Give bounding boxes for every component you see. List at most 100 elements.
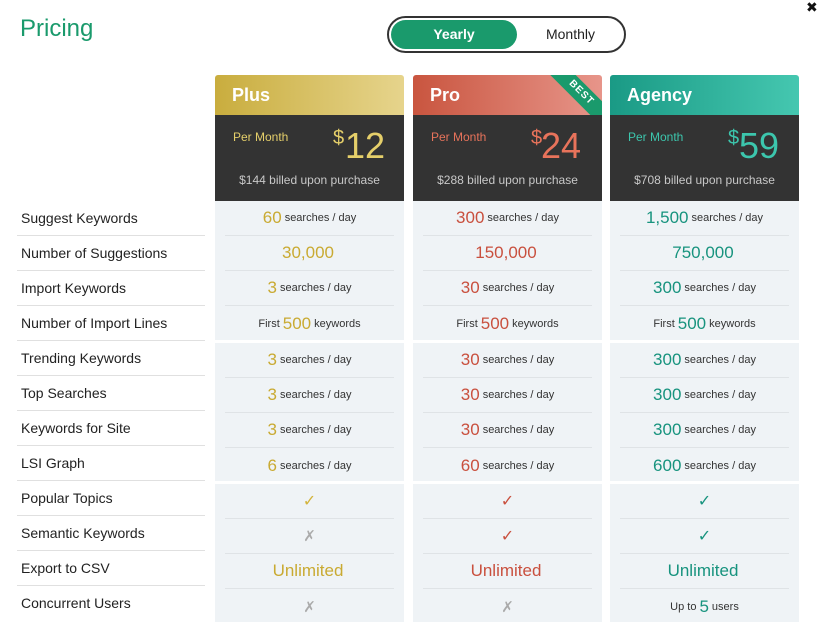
best-badge: BEST (544, 75, 602, 115)
value: 3 (267, 350, 277, 369)
feature-label: Popular Topics (17, 481, 205, 516)
feature-group: ✓ ✗ Unlimited ✗ (215, 484, 404, 622)
value: Unlimited (272, 561, 344, 580)
cell-keywords-for-site: 3 searches / day (225, 413, 394, 448)
price-box: Per Month $ 24 $288 billed upon purchase (413, 115, 602, 201)
value: 300 (653, 420, 682, 439)
value: 5 (699, 596, 709, 616)
cell-keywords-for-site: 30 searches / day (423, 413, 592, 448)
cell-lsi-graph: 60 searches / day (423, 448, 592, 483)
feature-label: Export to CSV (17, 551, 205, 586)
feature-group: 60 searches / day 30,000 3 searches / day … (215, 201, 404, 340)
feature-label: Number of Import Lines (17, 306, 205, 341)
value: 60 (262, 208, 282, 227)
check-icon: ✓ (302, 493, 317, 510)
feature-group: 1,500 searches / day 750,000 300 searches … (610, 201, 799, 340)
cell-concurrent-users: Up to 5 users (620, 589, 789, 622)
unit: searches / day (684, 424, 756, 436)
price-amount: 24 (541, 125, 582, 166)
cell-trending-keywords: 30 searches / day (423, 343, 592, 378)
per-month-label: Per Month (628, 130, 684, 144)
unit: searches / day (482, 459, 555, 472)
cell-top-searches: 30 searches / day (423, 378, 592, 413)
cell-popular-topics: ✓ (225, 484, 394, 519)
cell-semantic-keywords: ✓ (423, 519, 592, 554)
cell-number-of-suggestions: 30,000 (225, 236, 394, 271)
cell-top-searches: 300 searches / day (620, 378, 789, 413)
plan-header: Pro BEST (413, 75, 602, 115)
billing-toggle[interactable]: Yearly Monthly (387, 16, 626, 53)
unit: searches / day (482, 389, 555, 401)
value: 500 (480, 313, 510, 333)
price-box: Per Month $ 12 $144 billed upon purchase (215, 115, 404, 201)
cell-import-lines: First 500 keywords (225, 306, 394, 341)
unit: searches / day (279, 424, 352, 436)
plan-header: Agency (610, 75, 799, 115)
check-icon: ✓ (697, 493, 712, 510)
value: Unlimited (470, 561, 542, 580)
feature-group: 300 searches / day 150,000 30 searches / d… (413, 201, 602, 340)
plan-column-pro: Pro BEST Per Month $ 24 $288 billed upon… (413, 75, 602, 622)
cell-semantic-keywords: ✓ (620, 519, 789, 554)
cell-suggest-keywords: 60 searches / day (225, 201, 394, 236)
value: 300 (653, 385, 682, 404)
value: 3 (267, 420, 277, 439)
cell-import-keywords: 3 searches / day (225, 271, 394, 306)
check-icon: ✓ (500, 493, 515, 510)
cell-export-csv: Unlimited (620, 554, 789, 589)
monthly-option[interactable]: Monthly (517, 20, 624, 49)
first-label: First (456, 317, 478, 330)
currency-symbol: $ (333, 127, 345, 149)
cell-keywords-for-site: 300 searches / day (620, 413, 789, 448)
unit: searches / day (684, 354, 756, 366)
first-label: First (258, 317, 280, 330)
value: 3 (267, 278, 277, 297)
value: 600 (653, 455, 682, 475)
keywords-label: keywords (709, 317, 756, 330)
feature-group: 3 searches / day 3 searches / day 3 searche… (215, 343, 404, 481)
page-title: Pricing (20, 15, 94, 42)
yearly-option[interactable]: Yearly (391, 20, 517, 49)
feature-group: 300 searches / day 300 searches / day 300 s… (610, 343, 799, 481)
up-to-label: Up to (670, 600, 697, 613)
feature-label: Semantic Keywords (17, 516, 205, 551)
value: 3 (267, 385, 277, 404)
unit: searches / day (279, 354, 352, 366)
feature-label: Import Keywords (17, 271, 205, 306)
unit: searches / day (279, 282, 352, 294)
value: 60 (460, 455, 480, 475)
cell-import-keywords: 300 searches / day (620, 271, 789, 306)
close-icon[interactable]: ✖ (806, 0, 818, 14)
feature-label: Suggest Keywords (17, 201, 205, 236)
per-month-label: Per Month (233, 130, 289, 144)
keywords-label: keywords (314, 317, 361, 330)
cell-number-of-suggestions: 750,000 (620, 236, 789, 271)
cell-import-lines: First 500 keywords (620, 306, 789, 341)
unit: searches / day (684, 459, 756, 472)
cross-icon: ✗ (501, 598, 514, 616)
unit: searches / day (482, 354, 555, 366)
feature-label: Number of Suggestions (17, 236, 205, 271)
check-icon: ✓ (697, 528, 712, 545)
unit: searches / day (284, 212, 357, 224)
value: 1,500 (645, 208, 689, 227)
billed-note: $708 billed upon purchase (634, 173, 775, 187)
cell-popular-topics: ✓ (620, 484, 789, 519)
unit: searches / day (487, 212, 559, 224)
price-amount: 59 (739, 125, 780, 166)
unit: searches / day (691, 212, 764, 224)
unit: searches / day (684, 389, 756, 401)
billed-note: $144 billed upon purchase (239, 173, 380, 187)
users-label: users (711, 600, 739, 613)
cell-suggest-keywords: 300 searches / day (423, 201, 592, 236)
cell-import-lines: First 500 keywords (423, 306, 592, 341)
value: 30,000 (282, 243, 334, 262)
value: 150,000 (475, 243, 537, 262)
cell-trending-keywords: 300 searches / day (620, 343, 789, 378)
cell-lsi-graph: 6 searches / day (225, 448, 394, 483)
per-month-label: Per Month (431, 130, 487, 144)
cell-semantic-keywords: ✗ (225, 519, 394, 554)
cell-popular-topics: ✓ (423, 484, 592, 519)
currency-symbol: $ (728, 127, 740, 149)
feature-group: ✓ ✓ Unlimited ✗ (413, 484, 602, 622)
